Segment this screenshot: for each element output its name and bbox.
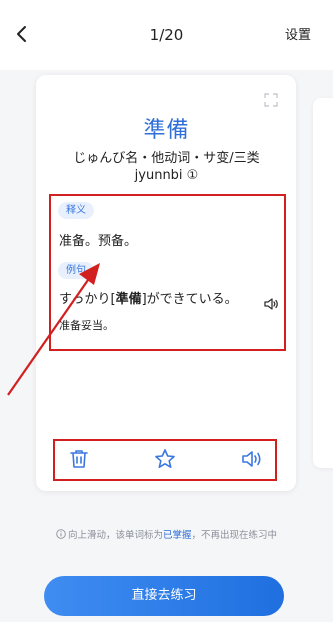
word-reading: じゅんび名・他动词・サ变/三类 xyxy=(73,151,260,166)
meaning-tag: 释义 xyxy=(58,202,94,219)
hint-text-before: 向上滑动，该单词标为 xyxy=(67,530,163,541)
info-icon xyxy=(56,529,66,539)
trash-icon[interactable] xyxy=(68,448,90,470)
settings-button[interactable]: 设置 xyxy=(285,24,311,43)
swipe-hint: 向上滑动，该单词标为已掌握，不再出现在练习中 xyxy=(0,527,333,541)
hint-emphasis: 已掌握 xyxy=(162,530,192,541)
progress-indicator: 1/20 xyxy=(149,26,184,44)
meaning-text: 准备。预备。 xyxy=(59,234,138,249)
practice-button[interactable]: 直接去练习 xyxy=(44,576,284,616)
word-romaji: jyunnbi ① xyxy=(134,168,199,183)
example-text-after: ]ができている。 xyxy=(141,292,238,307)
word-title: 準備 xyxy=(143,118,190,143)
speaker-icon[interactable] xyxy=(240,448,264,470)
hint-text-after: ，不再出现在练习中 xyxy=(191,530,278,541)
star-icon[interactable] xyxy=(154,448,176,470)
annotation-arrow xyxy=(7,263,100,396)
expand-icon[interactable] xyxy=(264,93,278,107)
example-highlight: 準備 xyxy=(115,292,142,307)
sentence-speaker-icon[interactable] xyxy=(263,296,279,312)
